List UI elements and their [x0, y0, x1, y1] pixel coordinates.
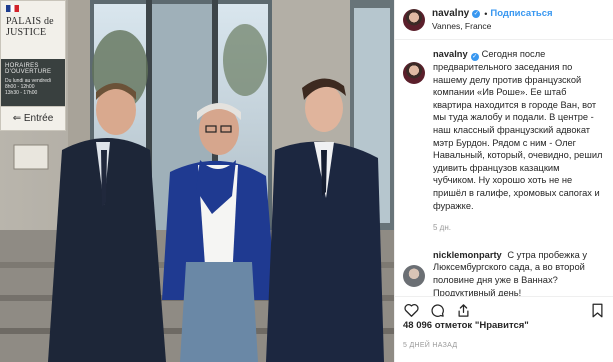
verified-badge-icon: ✓ [472, 9, 481, 18]
post-header: navalny ✓ • Подписаться Vannes, France [395, 0, 613, 40]
share-icon[interactable] [455, 302, 471, 318]
author-avatar[interactable] [403, 8, 425, 31]
caption-text: Сегодня после предварительного заседания… [433, 49, 603, 211]
sign-title-line-2: JUSTICE [6, 27, 47, 38]
action-icons [395, 297, 613, 319]
caption-username[interactable]: navalny [433, 49, 468, 59]
caption-body: navalny ✓ Сегодня после предварительного з… [433, 48, 603, 235]
palais-de-justice-sign: PALAIS de JUSTICE HORAIRES D'OUVERTURE D… [0, 0, 66, 131]
post-location[interactable]: Vannes, France [432, 21, 553, 31]
french-flag-icon [6, 5, 19, 12]
header-separator: • [484, 8, 488, 19]
comment-item: nicklemonparty С утра пробежка у Люксемб… [403, 249, 603, 296]
commenter-avatar[interactable] [403, 264, 425, 287]
sign-hours-line-3: 13h30 - 17h00 [5, 90, 38, 96]
post-actions: 48 096 отметок "Нравится" [395, 296, 613, 334]
caption-time[interactable]: 5 дн. [433, 222, 603, 235]
sign-hours-title: HORAIRES D'OUVERTURE [5, 63, 52, 75]
header-line: navalny ✓ • Подписаться [432, 8, 553, 19]
sign-top: PALAIS de JUSTICE [1, 1, 65, 59]
comment-username[interactable]: nicklemonparty [433, 250, 502, 260]
verified-badge-icon: ✓ [470, 53, 479, 61]
comment-body: nicklemonparty С утра пробежка у Люксемб… [433, 249, 603, 296]
likes-count[interactable]: 48 096 отметок "Нравится" [395, 319, 613, 331]
caption: navalny ✓ Сегодня после предварительного з… [403, 48, 603, 235]
post-age: 5 ДНЕЙ НАЗАД [403, 342, 458, 349]
sign-hours: HORAIRES D'OUVERTURE Du lundi au vendred… [1, 59, 65, 106]
header-text: navalny ✓ • Подписаться Vannes, France [432, 8, 553, 31]
follow-button[interactable]: Подписаться [490, 8, 552, 19]
post-side-panel: navalny ✓ • Подписаться Vannes, France n… [394, 0, 613, 362]
author-username[interactable]: navalny [432, 8, 469, 19]
sign-entree: ⇐ Entrée [1, 106, 65, 130]
comments-area[interactable]: navalny ✓ Сегодня после предварительного з… [395, 48, 613, 296]
caption-author-avatar[interactable] [403, 62, 425, 84]
bookmark-icon[interactable] [589, 302, 605, 318]
sign-title-line-1: PALAIS de [6, 16, 54, 27]
heart-icon[interactable] [403, 302, 419, 318]
post-photo[interactable]: PALAIS de JUSTICE HORAIRES D'OUVERTURE D… [0, 0, 394, 362]
comment-icon[interactable] [429, 302, 445, 318]
